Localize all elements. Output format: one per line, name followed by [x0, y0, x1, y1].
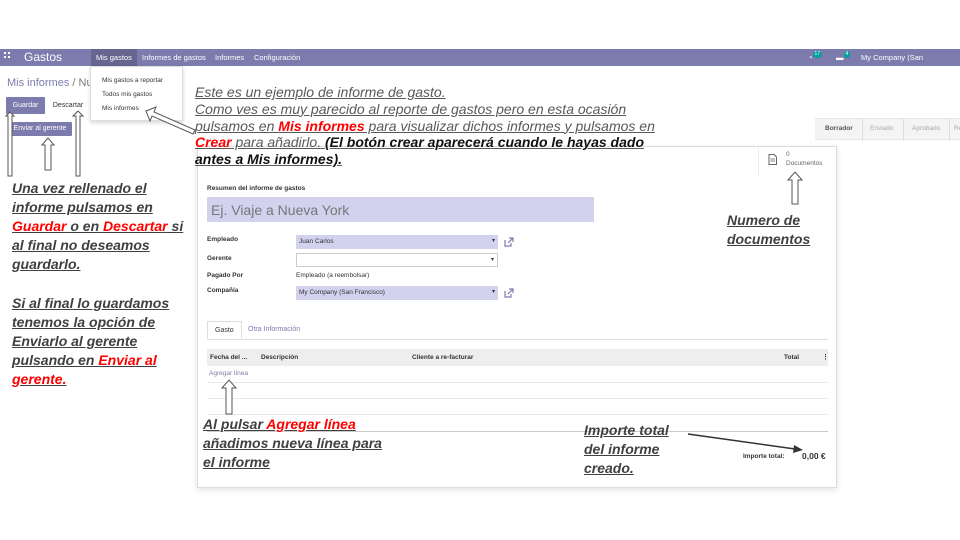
discard-button[interactable]: Descartar [48, 97, 88, 114]
caret-down-icon: ▾ [491, 289, 495, 295]
dropdown-item-mis-informes[interactable]: Mis informes [102, 105, 139, 112]
status-bar: Borrador Enviado Aprobado Re [815, 118, 960, 141]
addline-note-b: Agregar línea [266, 416, 356, 432]
add-line-link[interactable]: Agregar línea [209, 370, 248, 377]
intro-line-4a: Crear [195, 134, 232, 151]
dropdown-item-todos-mis-gastos[interactable]: Todos mis gastos [102, 91, 152, 98]
caret-down-icon: ▾ [491, 238, 495, 244]
mis-gastos-dropdown: Mis gastos a reportar Todos mis gastos M… [90, 66, 183, 121]
add-line-annotation: Al pulsar Agregar línea añadimos nueva l… [203, 415, 388, 472]
intro-line-3a: pulsamos en [195, 117, 279, 134]
intro-line-5: antes a Mis informes). [195, 151, 343, 168]
documents-count: 0 [786, 151, 790, 158]
expense-table-header: Fecha del ... Descripción Cliente a re-f… [207, 349, 829, 366]
addline-note-c: añadimos nueva línea para el informe [203, 434, 382, 470]
caret-down-icon: ▾ [490, 257, 494, 263]
save-annotation: Una vez rellenado el informe pulsamos en… [12, 179, 188, 273]
menu-configuracion[interactable]: Configuración [249, 49, 305, 66]
manager-label: Gerente [207, 255, 232, 262]
breadcrumb: Mis informes / Nue [7, 77, 99, 89]
company-field[interactable]: My Company (San Francisco) ▾ [296, 286, 498, 300]
intro-annotation: Este es un ejemplo de informe de gasto. … [195, 84, 735, 168]
col-fecha[interactable]: Fecha del ... [210, 354, 247, 361]
menu-informes-de-gastos[interactable]: Informes de gastos [137, 49, 211, 66]
summary-label: Resumen del informe de gastos [207, 185, 306, 192]
employee-label: Empleado [207, 236, 239, 243]
company-switcher[interactable]: My Company (San Francisco) [861, 49, 960, 79]
company-label: Compañía [207, 287, 239, 294]
breadcrumb-separator: / [69, 77, 79, 89]
send-annotation: Si al final lo guardamos tenemos la opci… [12, 294, 188, 388]
clock-icon: ◔ [808, 53, 813, 62]
col-total[interactable]: Total [784, 354, 799, 361]
arrow-up-send [40, 137, 56, 171]
stage-aprobado[interactable]: Aprobado [912, 125, 940, 132]
save-button[interactable]: Guardar [6, 97, 45, 114]
col-cliente[interactable]: Cliente a re-facturar [412, 354, 473, 361]
manager-field[interactable]: ▾ [296, 253, 498, 267]
document-icon [768, 154, 777, 165]
menu-mis-gastos[interactable]: Mis gastos [91, 49, 137, 66]
send-to-manager-button[interactable]: Enviar al gerente [8, 122, 72, 136]
column-options-icon[interactable]: ⋮ [822, 353, 829, 361]
chat-icon: ▬ [836, 53, 844, 62]
stage-enviado[interactable]: Enviado [870, 125, 894, 132]
intro-line-2: Como ves es muy parecido al reporte de g… [195, 100, 627, 117]
dropdown-item-gastos-a-reportar[interactable]: Mis gastos a reportar [102, 77, 163, 84]
apps-menu-icon[interactable] [4, 52, 13, 61]
intro-line-3c: para visualizar dichos informes y pulsam… [364, 117, 655, 134]
tab-otra-informacion[interactable]: Otra Información [241, 321, 307, 339]
intro-line-4c: (El botón crear aparecerá cuando le haya… [325, 134, 644, 151]
messages-badge: 4 [843, 51, 851, 58]
tab-gasto[interactable]: Gasto [207, 321, 242, 339]
intro-line-4b: para añadirlo. [231, 134, 325, 151]
total-amount: 0,00 € [802, 451, 826, 461]
save-note-a: Una vez rellenado el informe pulsamos en [12, 180, 153, 215]
intro-line-3b: Mis informes [278, 117, 365, 134]
save-note-b: Guardar [12, 217, 67, 234]
company-value: My Company (San Francisco) [299, 289, 385, 296]
save-note-c: o en [66, 217, 104, 234]
total-label: Importe total: [743, 453, 785, 460]
breadcrumb-parent[interactable]: Mis informes [7, 77, 69, 89]
paid-by-label: Pagado Por [207, 272, 244, 279]
external-link-icon[interactable] [504, 237, 514, 247]
employee-value: Juan Carlos [299, 238, 334, 245]
report-title-input[interactable]: Ej. Viaje a Nueva York [207, 197, 594, 222]
stage-reembolsado[interactable]: Re [954, 125, 960, 132]
addline-note-a: Al pulsar [203, 416, 267, 432]
arrow-up-discard [71, 110, 85, 177]
messages-button[interactable]: ▬ 4 [836, 49, 851, 66]
activity-button[interactable]: ◔ 17 [808, 49, 823, 66]
external-link-icon[interactable] [504, 288, 514, 298]
top-navbar: Gastos Mis gastos Informes de gastos Inf… [0, 49, 960, 79]
app-brand[interactable]: Gastos [24, 50, 62, 64]
paid-by-value: Empleado (a reembolsar) [296, 272, 370, 279]
employee-field[interactable]: Juan Carlos ▾ [296, 235, 498, 249]
activity-badge: 17 [812, 51, 823, 58]
menu-informes[interactable]: Informes [210, 49, 249, 66]
total-annotation: Importe total del informe creado. [584, 422, 669, 476]
save-note-d: Descartar [103, 217, 168, 234]
col-descripcion[interactable]: Descripción [261, 354, 298, 361]
documents-button[interactable]: 0 Documentos [758, 147, 838, 177]
stage-borrador[interactable]: Borrador [825, 125, 853, 132]
documents-annotation: Numero de documentos [727, 212, 811, 247]
intro-line-1: Este es un ejemplo de informe de gasto. [195, 84, 446, 100]
documents-label: Documentos [786, 160, 823, 167]
